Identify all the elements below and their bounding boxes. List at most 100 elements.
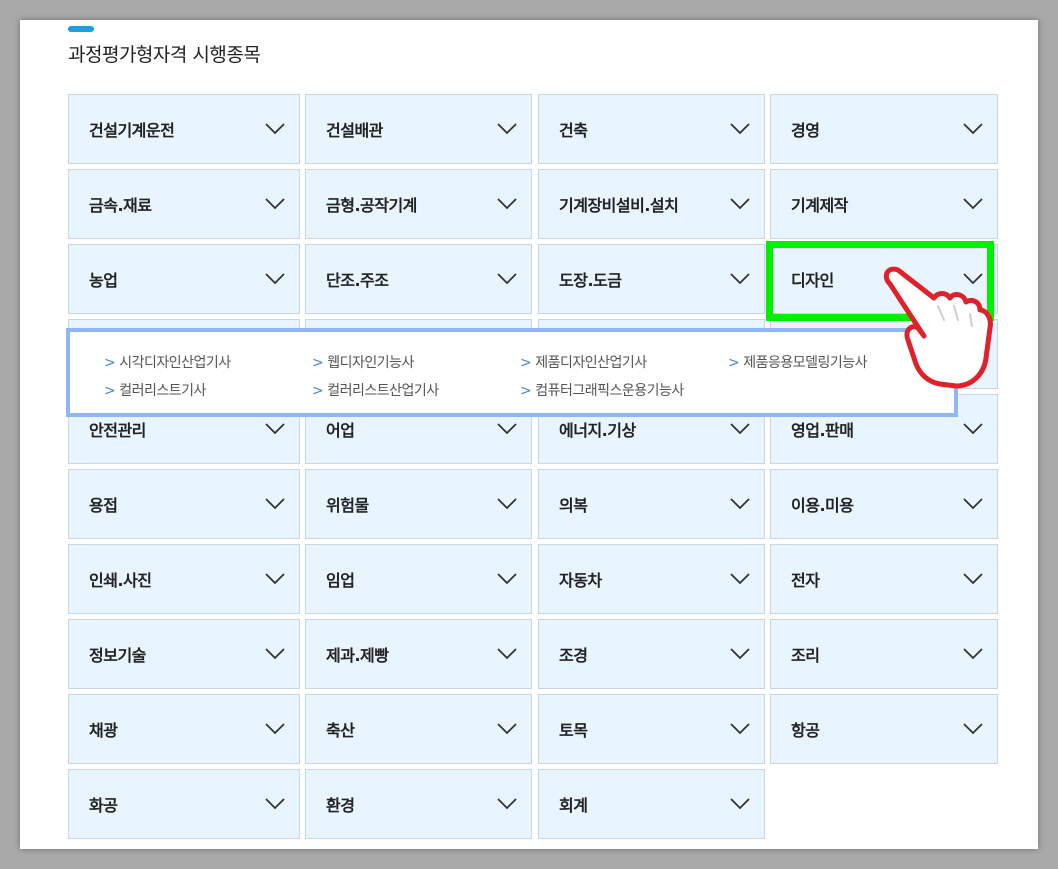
chevron-down-icon[interactable] [497, 123, 517, 135]
chevron-down-icon[interactable] [265, 798, 285, 810]
category-item[interactable]: 축산 [305, 694, 532, 764]
category-label: 경영 [791, 121, 820, 140]
chevron-down-icon[interactable] [730, 798, 750, 810]
category-item[interactable]: 토목 [538, 694, 765, 764]
chevron-down-icon[interactable] [963, 573, 983, 585]
category-label: 건설배관 [326, 121, 383, 140]
category-item[interactable]: 임업 [305, 544, 532, 614]
category-item[interactable]: 회계 [538, 769, 765, 839]
category-item[interactable]: 디자인 [770, 244, 998, 314]
chevron-down-icon[interactable] [265, 648, 285, 660]
category-item[interactable]: 이용.미용 [770, 469, 998, 539]
category-item[interactable]: 전자 [770, 544, 998, 614]
category-label: 디자인 [791, 271, 834, 290]
chevron-down-icon[interactable] [730, 423, 750, 435]
category-label: 단조.주조 [326, 271, 389, 290]
category-label: 금속.재료 [89, 196, 152, 215]
chevron-down-icon[interactable] [497, 648, 517, 660]
chevron-down-icon[interactable] [963, 198, 983, 210]
subcategory-link[interactable]: > 컴퓨터그래픽스운용기능사 [520, 380, 684, 400]
chevron-down-icon[interactable] [730, 648, 750, 660]
chevron-down-icon[interactable] [265, 123, 285, 135]
subcategory-label: 컴퓨터그래픽스운용기능사 [535, 383, 684, 399]
category-label: 위험물 [326, 496, 369, 515]
chevron-down-icon[interactable] [265, 498, 285, 510]
caret-right-icon: > [728, 355, 740, 371]
category-item[interactable]: 환경 [305, 769, 532, 839]
category-label: 제과.제빵 [326, 646, 389, 665]
chevron-down-icon[interactable] [963, 423, 983, 435]
chevron-down-icon[interactable] [497, 498, 517, 510]
subcategory-link[interactable]: > 시각디자인산업기사 [104, 352, 231, 372]
chevron-down-icon[interactable] [497, 723, 517, 735]
category-item[interactable]: 용접 [68, 469, 300, 539]
category-label: 기계제작 [791, 196, 848, 215]
category-item[interactable]: 건축 [538, 94, 765, 164]
chevron-down-icon[interactable] [265, 573, 285, 585]
chevron-down-icon[interactable] [497, 423, 517, 435]
category-item[interactable]: 의복 [538, 469, 765, 539]
chevron-down-icon[interactable] [497, 573, 517, 585]
category-item[interactable]: 도장.도금 [538, 244, 765, 314]
category-item[interactable]: 제과.제빵 [305, 619, 532, 689]
category-label: 영업.판매 [791, 421, 854, 440]
category-item[interactable]: 화공 [68, 769, 300, 839]
chevron-down-icon[interactable] [497, 798, 517, 810]
category-label: 축산 [326, 721, 355, 740]
category-label: 조리 [791, 646, 820, 665]
subcategory-link[interactable]: > 컬러리스트산업기사 [312, 380, 439, 400]
chevron-down-icon[interactable] [963, 273, 983, 285]
chevron-down-icon[interactable] [963, 648, 983, 660]
category-label: 인쇄.사진 [89, 571, 152, 590]
subcategory-link[interactable]: > 제품디자인산업기사 [520, 352, 647, 372]
category-item[interactable]: 정보기술 [68, 619, 300, 689]
subcategory-link[interactable]: > 웹디자인기능사 [312, 352, 414, 372]
chevron-down-icon[interactable] [730, 573, 750, 585]
category-item[interactable]: 농업 [68, 244, 300, 314]
category-label: 의복 [559, 496, 588, 515]
category-item[interactable]: 자동차 [538, 544, 765, 614]
chevron-down-icon[interactable] [730, 723, 750, 735]
subcategory-link[interactable]: > 컬러리스트기사 [104, 380, 206, 400]
chevron-down-icon[interactable] [730, 123, 750, 135]
category-item[interactable]: 위험물 [305, 469, 532, 539]
category-item[interactable]: 항공 [770, 694, 998, 764]
chevron-down-icon[interactable] [963, 123, 983, 135]
chevron-down-icon[interactable] [265, 273, 285, 285]
chevron-down-icon[interactable] [730, 498, 750, 510]
category-item[interactable]: 조리 [770, 619, 998, 689]
category-label: 조경 [559, 646, 588, 665]
chevron-down-icon[interactable] [730, 273, 750, 285]
category-item[interactable]: 기계제작 [770, 169, 998, 239]
category-item[interactable]: 경영 [770, 94, 998, 164]
chevron-down-icon[interactable] [265, 198, 285, 210]
category-label: 채광 [89, 721, 118, 740]
category-item[interactable]: 건설배관 [305, 94, 532, 164]
chevron-down-icon[interactable] [265, 423, 285, 435]
category-label: 회계 [559, 796, 588, 815]
chevron-down-icon[interactable] [963, 723, 983, 735]
category-label: 임업 [326, 571, 355, 590]
category-label: 농업 [89, 271, 118, 290]
category-item[interactable]: 단조.주조 [305, 244, 532, 314]
caret-right-icon: > [520, 355, 532, 371]
chevron-down-icon[interactable] [265, 723, 285, 735]
subcategory-label: 컬러리스트기사 [119, 383, 206, 399]
chevron-down-icon[interactable] [497, 198, 517, 210]
category-label: 항공 [791, 721, 820, 740]
category-item[interactable]: 금속.재료 [68, 169, 300, 239]
category-item[interactable]: 금형.공작기계 [305, 169, 532, 239]
category-item[interactable]: 채광 [68, 694, 300, 764]
category-item[interactable]: 인쇄.사진 [68, 544, 300, 614]
chevron-down-icon[interactable] [963, 498, 983, 510]
category-item[interactable]: 조경 [538, 619, 765, 689]
caret-right-icon: > [104, 355, 116, 371]
chevron-down-icon[interactable] [730, 198, 750, 210]
subcategory-link[interactable]: > 제품응용모델링기능사 [728, 352, 868, 372]
chevron-down-icon[interactable] [497, 273, 517, 285]
category-item[interactable]: 건설기계운전 [68, 94, 300, 164]
category-label: 금형.공작기계 [326, 196, 417, 215]
category-label: 자동차 [559, 571, 602, 590]
category-item[interactable]: 기계장비설비.설치 [538, 169, 765, 239]
title-accent-bar [68, 26, 94, 32]
